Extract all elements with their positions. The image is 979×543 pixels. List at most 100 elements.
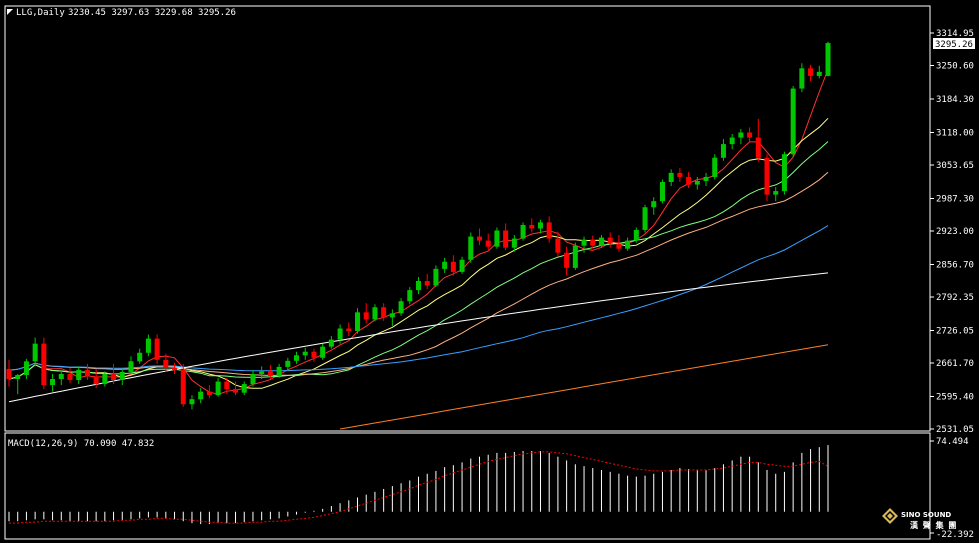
candle-body (659, 181, 665, 202)
candle-body (668, 172, 674, 182)
price-tick-label: 3053.65 (936, 161, 974, 171)
candle-body (355, 312, 361, 332)
candle-body (267, 371, 273, 376)
candle-body (93, 376, 99, 385)
candle-body (372, 307, 378, 320)
candle-body (119, 371, 125, 381)
candle-body (816, 71, 822, 76)
price-tick-label: 2856.70 (936, 260, 974, 270)
price-tick-label: 2923.00 (936, 227, 974, 237)
macd-tick-bottom: -22.392 (936, 530, 974, 540)
candle-body (424, 281, 430, 286)
candle-body (285, 360, 291, 367)
candle-body (442, 261, 448, 269)
candle-body (50, 379, 56, 386)
logo-chinese-text: 漢 聲 集 團 (910, 520, 957, 530)
candle-body (32, 343, 38, 362)
candle-body (328, 339, 334, 347)
price-tick-label: 2726.05 (936, 326, 974, 336)
candle-body (616, 243, 622, 249)
symbol-label: LLG,Daily (16, 8, 65, 18)
logo-brand-text: SINO SOUND (901, 511, 951, 519)
ma-line (8, 225, 829, 372)
candle-body (41, 343, 47, 386)
candle-body (546, 222, 552, 239)
candle-body (503, 230, 509, 248)
candle-body (694, 180, 700, 185)
price-chart[interactable]: LLG,Daily 3230.45 3297.63 3229.68 3295.2… (0, 0, 979, 543)
candle-body (520, 224, 526, 239)
expand-arrow-icon[interactable] (7, 9, 13, 15)
candle-body (598, 237, 604, 246)
candle-body (389, 313, 395, 318)
candle-body (363, 312, 369, 320)
candle-body (720, 144, 726, 158)
candle-body (224, 381, 230, 390)
candle-body (459, 259, 465, 272)
candle-body (137, 352, 143, 362)
candle-body (773, 191, 779, 195)
candle-body (747, 132, 753, 138)
candle-body (625, 240, 631, 249)
candle-body (651, 201, 657, 208)
candle-body (259, 371, 265, 374)
candle-body (790, 88, 796, 155)
candle-body (633, 229, 639, 241)
candle-body (677, 172, 683, 177)
candle-body (799, 68, 805, 89)
candle-body (729, 137, 735, 145)
candle-body (337, 328, 343, 340)
candle-body (537, 222, 543, 229)
ma-line (340, 344, 829, 430)
candle-body (294, 355, 300, 361)
candle-body (111, 373, 117, 381)
price-tick-label: 3118.00 (936, 128, 974, 138)
candle-body (198, 391, 204, 400)
price-tick-label: 2792.35 (936, 293, 974, 303)
candle-body (241, 384, 247, 393)
ma-line (8, 69, 829, 395)
candle-body (738, 132, 744, 138)
candle-body (494, 230, 500, 247)
candlesticks (6, 41, 831, 410)
price-tick-label: 2595.40 (936, 392, 974, 402)
candle-body (433, 268, 439, 286)
candle-body (6, 368, 12, 380)
current-price-text: 3295.26 (935, 40, 973, 50)
candle-body (529, 224, 535, 229)
price-tick-label: 2531.05 (936, 425, 974, 435)
candle-body (555, 238, 561, 253)
candle-body (764, 157, 770, 195)
sino-sound-logo: SINO SOUND 漢 聲 集 團 (882, 508, 957, 530)
ma-line (8, 117, 829, 389)
candle-body (686, 176, 692, 185)
candle-body (346, 328, 352, 332)
candle-body (302, 351, 308, 356)
candle-body (154, 338, 160, 360)
candle-body (581, 239, 587, 246)
candle-body (781, 154, 787, 192)
price-axis: 3314.95 3250.60 3184.30 3118.00 3053.65 2987.… (930, 29, 974, 435)
candle-body (180, 369, 186, 405)
ma-line (8, 171, 829, 377)
candle-body (808, 68, 814, 76)
candle-body (450, 261, 456, 272)
macd-indicator (8, 445, 829, 525)
candle-body (215, 381, 221, 396)
candle-body (233, 389, 239, 393)
candle-body (485, 240, 491, 247)
candle-body (572, 245, 578, 268)
candle-body (58, 373, 64, 380)
candle-body (206, 391, 212, 396)
price-tick-label: 3184.30 (936, 95, 974, 105)
price-tick-label: 3250.60 (936, 62, 974, 72)
price-tick-label: 2661.70 (936, 359, 974, 369)
candle-body (189, 399, 195, 405)
candle-body (825, 43, 831, 76)
candle-body (607, 237, 613, 244)
candle-body (398, 301, 404, 314)
price-tick-label: 2987.30 (936, 195, 974, 205)
candle-body (703, 176, 709, 181)
moving-averages (8, 69, 829, 430)
macd-label: MACD(12,26,9) 70.090 47.832 (8, 439, 154, 449)
